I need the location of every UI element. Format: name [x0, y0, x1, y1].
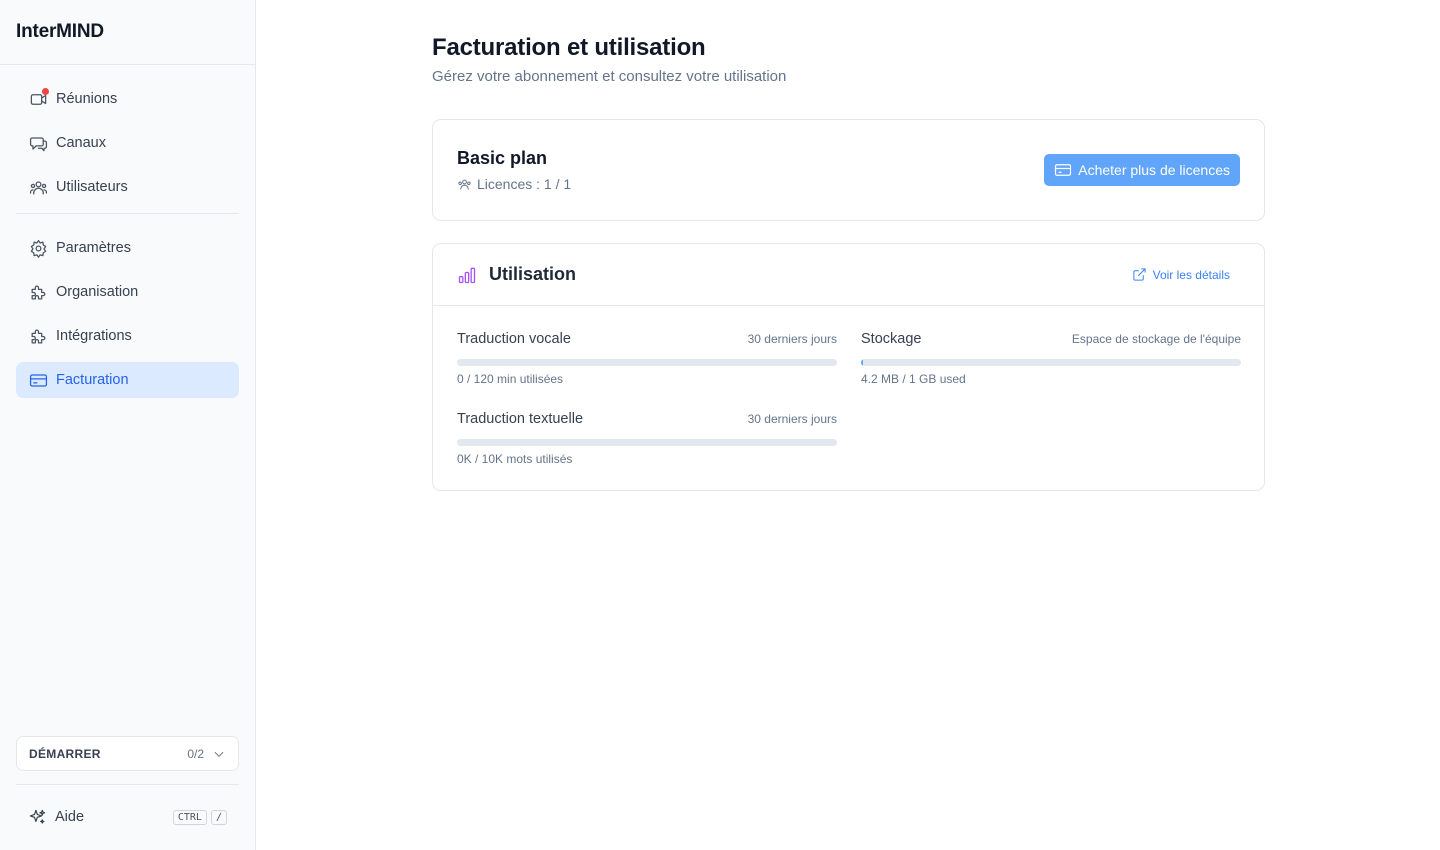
license-count: Licences : 1 / 1 [457, 176, 1044, 192]
metric-name: Traduction textuelle [457, 411, 584, 427]
metric-period: Espace de stockage de l'équipe [1071, 332, 1241, 346]
getting-started-dropdown[interactable]: DÉMARRER 0/2 [16, 736, 239, 771]
sidebar-bottom-divider [16, 784, 239, 785]
main-content: Facturation et utilisation Gérez votre a… [432, 0, 1265, 491]
sidebar-item-parametres[interactable]: Paramètres [16, 230, 239, 266]
sparkles-icon [29, 809, 46, 824]
usage-title: Utilisation [489, 264, 577, 284]
page-subtitle: Gérez votre abonnement et consultez votr… [432, 68, 787, 85]
view-details-link[interactable]: Voir les détails [1132, 267, 1230, 282]
getting-started-progress: 0/2 [187, 746, 204, 761]
sidebar-item-integrations[interactable]: Intégrations [16, 318, 239, 354]
shortcut-key-slash: / [210, 809, 227, 825]
bar-chart-icon [458, 267, 476, 283]
users-icon [458, 179, 471, 189]
plan-card: Basic plan Licences : 1 / 1 Acheter plus… [432, 119, 1265, 221]
buy-licenses-button[interactable]: Acheter plus de licences [1044, 154, 1240, 186]
users-icon [28, 177, 48, 197]
metric-usage: 0 / 120 min utilisées [457, 372, 564, 386]
metric-storage: Stockage Espace de stockage de l'équipe … [861, 331, 1241, 386]
sidebar-item-label: Intégrations [56, 328, 132, 344]
video-icon [28, 88, 49, 109]
usage-header: Utilisation Voir les détails [433, 244, 1264, 306]
usage-metrics: Traduction vocale 30 derniers jours 0 / … [433, 306, 1264, 491]
sidebar-item-label: Facturation [56, 372, 129, 388]
metric-period: 30 derniers jours [747, 332, 837, 346]
credit-card-icon [28, 370, 48, 390]
progress-bar [457, 359, 837, 366]
progress-bar-fill [861, 359, 863, 366]
metric-name: Stockage [861, 331, 922, 347]
app-logo: InterMIND [0, 0, 255, 65]
shortcut-key-ctrl: CTRL [172, 809, 207, 825]
external-link-icon [1133, 268, 1146, 281]
metric-usage: 4.2 MB / 1 GB used [861, 372, 966, 386]
sidebar-item-label: Utilisateurs [56, 179, 128, 195]
help-button[interactable]: Aide CTRL / [16, 800, 239, 834]
progress-bar [457, 439, 837, 446]
sidebar-item-organisation[interactable]: Organisation [16, 274, 239, 310]
sidebar-item-reunions[interactable]: Réunions [16, 81, 239, 117]
usage-card: Utilisation Voir les détails Traduction … [432, 243, 1265, 491]
puzzle-icon [28, 282, 48, 302]
metric-text-translation: Traduction textuelle 30 derniers jours 0… [457, 411, 837, 466]
sidebar-item-label: Organisation [56, 284, 139, 300]
page-title: Facturation et utilisation [432, 34, 706, 61]
metric-usage: 0K / 10K mots utilisés [457, 452, 573, 466]
sidebar-item-label: Réunions [56, 91, 118, 107]
nav-divider [16, 213, 239, 214]
metric-period: 30 derniers jours [747, 412, 837, 426]
help-label: Aide [55, 809, 85, 825]
metric-voice-translation: Traduction vocale 30 derniers jours 0 / … [457, 331, 837, 386]
sidebar-item-label: Paramètres [56, 240, 131, 256]
sidebar-nav: Réunions Canaux Utilisateurs Paramètres [0, 65, 255, 398]
view-details-label: Voir les détails [1152, 267, 1230, 282]
progress-bar [861, 359, 1241, 366]
notification-dot [42, 88, 49, 95]
puzzle-icon [28, 326, 48, 346]
sidebar: InterMIND Réunions Canaux Utilisateurs P… [0, 0, 256, 850]
gear-icon [28, 238, 48, 258]
sidebar-item-facturation[interactable]: Facturation [16, 362, 239, 398]
sidebar-item-utilisateurs[interactable]: Utilisateurs [16, 169, 239, 205]
sidebar-item-label: Canaux [56, 135, 106, 151]
metric-name: Traduction vocale [457, 331, 571, 347]
chevron-down-icon [214, 751, 224, 757]
credit-card-icon [1055, 164, 1072, 176]
chat-icon [28, 133, 48, 153]
plan-name: Basic plan [457, 148, 548, 168]
sidebar-item-canaux[interactable]: Canaux [16, 125, 239, 161]
buy-licenses-label: Acheter plus de licences [1078, 162, 1230, 178]
getting-started-label: DÉMARRER [29, 746, 101, 761]
license-text: Licences : 1 / 1 [477, 176, 572, 192]
